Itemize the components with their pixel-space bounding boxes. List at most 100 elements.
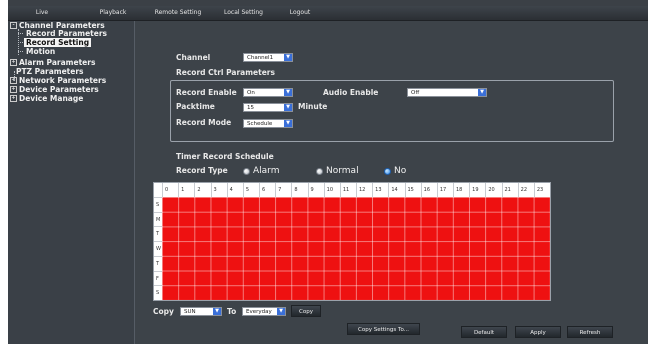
- record-mode-value: Schedule: [247, 121, 273, 127]
- hour-label: 1: [178, 183, 194, 197]
- hour-label: 8: [291, 183, 307, 197]
- expand-icon[interactable]: +: [10, 58, 17, 66]
- top-nav: Live Playback Remote Setting Local Setti…: [8, 6, 648, 21]
- tree-motion[interactable]: Motion: [26, 47, 55, 56]
- copy-to-value: Everyday: [246, 309, 272, 315]
- hour-label: 5: [242, 183, 259, 197]
- to-label: To: [227, 307, 237, 316]
- dvr-web-client: Live Playback Remote Setting Local Setti…: [8, 0, 648, 344]
- apply-button[interactable]: Apply: [515, 326, 561, 338]
- refresh-button[interactable]: Refresh: [567, 326, 613, 338]
- packtime-select[interactable]: 15 ▼: [243, 103, 293, 112]
- radio-normal[interactable]: Normal: [316, 166, 359, 176]
- schedule-grid: 0 1 2 3 4 5 6 7 8 9 10 11 12 13 14 15 16 17 18 19 20 21 22 23 S…: [153, 182, 551, 301]
- dropdown-arrow-icon[interactable]: ▼: [277, 308, 285, 315]
- hour-label: 6: [259, 183, 275, 197]
- copy-label: Copy: [153, 307, 174, 316]
- audio-enable-label: Audio Enable: [323, 88, 379, 97]
- hour-label: 20: [485, 183, 501, 197]
- tree-connector: [18, 33, 23, 34]
- copy-to-select[interactable]: Everyday ▼: [242, 307, 286, 316]
- record-mode-select[interactable]: Schedule ▼: [243, 119, 293, 128]
- audio-enable-select[interactable]: Off ▼: [407, 88, 487, 97]
- copy-button[interactable]: Copy: [291, 305, 321, 317]
- dropdown-arrow-icon[interactable]: ▼: [213, 308, 221, 315]
- channel-select[interactable]: Channel1 ▼: [243, 53, 293, 62]
- dropdown-arrow-icon[interactable]: ▼: [284, 54, 292, 61]
- radio-alarm[interactable]: Alarm: [243, 166, 279, 176]
- record-enable-label: Record Enable: [176, 88, 237, 97]
- hour-label: 18: [453, 183, 469, 197]
- expand-icon[interactable]: +: [10, 85, 17, 93]
- nav-playback[interactable]: Playback: [88, 6, 138, 20]
- hour-label: 21: [501, 183, 518, 197]
- hour-label: 19: [469, 183, 485, 197]
- hour-label: 15: [404, 183, 421, 197]
- record-type-label: Record Type: [176, 166, 228, 175]
- tree-record-parameters[interactable]: Record Parameters: [26, 29, 107, 38]
- radio-button-icon[interactable]: [316, 167, 323, 175]
- tree-alarm-parameters[interactable]: + Alarm Parameters: [10, 58, 95, 67]
- tree-device-parameters[interactable]: + Device Parameters: [10, 85, 99, 94]
- radio-alarm-label: Alarm: [253, 166, 280, 176]
- copy-from-select[interactable]: SUN ▼: [180, 307, 222, 316]
- tree-record-setting[interactable]: Record Setting: [24, 38, 92, 47]
- timer-schedule-title: Timer Record Schedule: [176, 152, 274, 161]
- default-button[interactable]: Default: [461, 326, 507, 338]
- radio-button-selected-icon[interactable]: [384, 167, 391, 175]
- copy-settings-to-button[interactable]: Copy Settings To...: [347, 323, 420, 335]
- hour-label: 0: [162, 183, 178, 197]
- tree-label: Alarm Parameters: [19, 58, 96, 67]
- hour-label: 9: [307, 183, 324, 197]
- hour-label: 23: [533, 183, 550, 197]
- hour-label: 2: [194, 183, 210, 197]
- tree-connector: [18, 51, 23, 52]
- hour-label: 14: [388, 183, 404, 197]
- hour-label: 17: [436, 183, 453, 197]
- channel-value: Channel1: [247, 55, 274, 61]
- record-enable-select[interactable]: On ▼: [243, 88, 293, 97]
- nav-local-setting[interactable]: Local Setting: [216, 6, 271, 20]
- record-setting-panel: Channel Channel1 ▼ Record Ctrl Parameter…: [135, 21, 648, 344]
- day-label: T: [154, 226, 162, 241]
- tree-label: Device Parameters: [19, 85, 99, 94]
- day-label: F: [154, 270, 162, 286]
- packtime-unit: Minute: [298, 102, 328, 111]
- channel-label: Channel: [176, 53, 211, 62]
- tree-device-manage[interactable]: + Device Manage: [10, 94, 83, 103]
- nav-logout[interactable]: Logout: [280, 6, 320, 20]
- expand-icon[interactable]: +: [10, 94, 17, 102]
- record-ctrl-title: Record Ctrl Parameters: [176, 68, 275, 77]
- hour-label: 13: [372, 183, 388, 197]
- record-enable-value: On: [247, 90, 255, 96]
- tree-connector: [18, 42, 23, 43]
- dropdown-arrow-icon[interactable]: ▼: [284, 120, 292, 127]
- day-label: W: [154, 241, 162, 256]
- packtime-label: Packtime: [176, 102, 215, 111]
- hour-label: 16: [420, 183, 437, 197]
- audio-enable-value: Off: [411, 90, 420, 96]
- copy-from-value: SUN: [184, 309, 196, 315]
- tree-label: Device Manage: [19, 94, 84, 103]
- radio-no[interactable]: No: [384, 166, 406, 176]
- tree-ptz-parameters[interactable]: PTZ Parameters: [16, 67, 84, 76]
- expand-icon[interactable]: +: [10, 76, 17, 84]
- tree-network-parameters[interactable]: + Network Parameters: [10, 76, 106, 85]
- dropdown-arrow-icon[interactable]: ▼: [478, 89, 486, 96]
- day-label: S: [154, 285, 162, 300]
- hour-label: 12: [356, 183, 372, 197]
- settings-tree: - Channel Parameters Record Parameters Re…: [8, 21, 135, 344]
- dropdown-arrow-icon[interactable]: ▼: [284, 104, 292, 111]
- collapse-icon[interactable]: -: [10, 21, 17, 29]
- day-label: S: [154, 197, 162, 212]
- hour-label: 7: [275, 183, 291, 197]
- dropdown-arrow-icon[interactable]: ▼: [284, 89, 292, 96]
- nav-live[interactable]: Live: [22, 6, 62, 20]
- hour-label: 22: [517, 183, 534, 197]
- radio-button-icon[interactable]: [243, 167, 250, 175]
- schedule-cells[interactable]: [162, 197, 550, 300]
- nav-remote-setting[interactable]: Remote Setting: [148, 6, 208, 20]
- record-mode-label: Record Mode: [176, 118, 232, 127]
- hour-label: 11: [339, 183, 356, 197]
- hour-label: 3: [210, 183, 227, 197]
